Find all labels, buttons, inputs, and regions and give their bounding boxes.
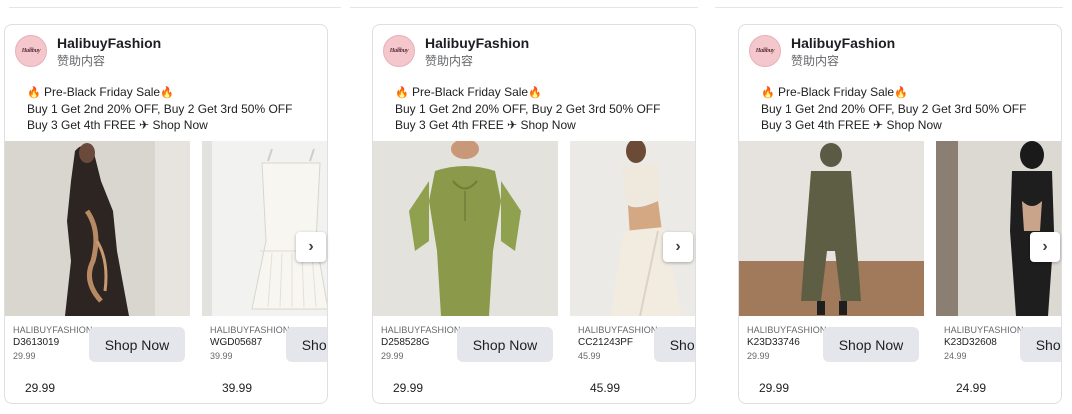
product-image[interactable]	[570, 141, 695, 316]
product-price: 29.99	[25, 381, 56, 395]
ad-body-text: 🔥 Pre-Black Friday Sale🔥 Buy 1 Get 2nd 2…	[761, 84, 1057, 133]
product-sku: CC21243PF	[578, 337, 634, 348]
avatar[interactable]: Halibuy	[749, 35, 781, 67]
shop-now-button[interactable]: Shop Now	[89, 327, 185, 362]
feed-column-3: Halibuy HalibuyFashion 赞助内容 🔥 Pre-Black …	[706, 0, 1072, 414]
fire-icon: 🔥	[160, 87, 174, 99]
ad-header: Halibuy HalibuyFashion 赞助内容	[15, 35, 161, 69]
ad-card: Halibuy HalibuyFashion 赞助内容 🔥 Pre-Black …	[4, 24, 328, 404]
promo-headline: Pre-Black Friday Sale	[412, 85, 529, 99]
promo-headline: Pre-Black Friday Sale	[44, 85, 161, 99]
feed-column-2: Halibuy HalibuyFashion 赞助内容 🔥 Pre-Black …	[341, 0, 707, 414]
divider	[9, 7, 357, 8]
shop-name: HALIBUYFASHION	[578, 325, 658, 335]
chevron-right-icon[interactable]: ›	[1030, 232, 1060, 262]
promo-line-3: Buy 3 Get 4th FREE ✈ Shop Now	[27, 118, 208, 132]
shop-name: HALIBUYFASHION	[944, 325, 1024, 335]
ad-card: Halibuy HalibuyFashion 赞助内容 🔥 Pre-Black …	[372, 24, 696, 404]
shop-name: HALIBUYFASHION	[381, 325, 461, 335]
product-price: 29.99	[759, 381, 790, 395]
carousel-card[interactable]: HALIBUYFASHION K23D33746 29.99 Shop Now …	[739, 141, 924, 403]
carousel-card[interactable]: HALIBUYFASHION CC21243PF 45.99 Shop Now …	[570, 141, 695, 403]
fire-icon: 🔥	[528, 87, 542, 99]
product-subprice: 29.99	[13, 351, 36, 361]
promo-line-2: Buy 1 Get 2nd 20% OFF, Buy 2 Get 3rd 50%…	[761, 102, 1027, 116]
product-sku: D3613019	[13, 337, 60, 348]
carousel-card[interactable]: HALIBUYFASHION WGD05687 39.99 Shop Now 3…	[202, 141, 327, 403]
product-price: 29.99	[393, 381, 424, 395]
avatar[interactable]: Halibuy	[383, 35, 415, 67]
product-carousel: HALIBUYFASHION D258528G 29.99 Shop Now 2…	[373, 141, 695, 403]
feed-column-1: Halibuy HalibuyFashion 赞助内容 🔥 Pre-Black …	[0, 0, 366, 414]
promo-line-3: Buy 3 Get 4th FREE ✈ Shop Now	[761, 118, 942, 132]
product-price: 24.99	[956, 381, 987, 395]
brand-logo: Halibuy	[389, 48, 409, 54]
product-carousel: HALIBUYFASHION D3613019 29.99 Shop Now 2…	[5, 141, 327, 403]
ad-card: Halibuy HalibuyFashion 赞助内容 🔥 Pre-Black …	[738, 24, 1062, 404]
fire-icon: 🔥	[894, 87, 908, 99]
shop-now-button[interactable]: Shop Now	[1020, 327, 1061, 362]
sponsored-label[interactable]: 赞助内容	[425, 53, 529, 69]
carousel-card[interactable]: HALIBUYFASHION K23D32608 24.99 Shop Now …	[936, 141, 1061, 403]
promo-line-3: Buy 3 Get 4th FREE ✈ Shop Now	[395, 118, 576, 132]
product-subprice: 39.99	[210, 351, 233, 361]
fire-icon: 🔥	[27, 87, 41, 99]
product-sku: WGD05687	[210, 337, 263, 348]
product-carousel: HALIBUYFASHION K23D33746 29.99 Shop Now …	[739, 141, 1061, 403]
ad-body-text: 🔥 Pre-Black Friday Sale🔥 Buy 1 Get 2nd 2…	[395, 84, 691, 133]
shop-now-button[interactable]: Shop Now	[654, 327, 695, 362]
product-subprice: 45.99	[578, 351, 601, 361]
fire-icon: 🔥	[761, 87, 775, 99]
product-image[interactable]	[5, 141, 190, 316]
page-name[interactable]: HalibuyFashion	[791, 35, 895, 51]
promo-line-2: Buy 1 Get 2nd 20% OFF, Buy 2 Get 3rd 50%…	[395, 102, 661, 116]
carousel-card[interactable]: HALIBUYFASHION D3613019 29.99 Shop Now 2…	[5, 141, 190, 403]
chevron-right-icon[interactable]: ›	[663, 232, 693, 262]
shop-name: HALIBUYFASHION	[210, 325, 290, 335]
chevron-right-icon[interactable]: ›	[296, 232, 326, 262]
product-image[interactable]	[373, 141, 558, 316]
ad-header: Halibuy HalibuyFashion 赞助内容	[383, 35, 529, 69]
page-name[interactable]: HalibuyFashion	[425, 35, 529, 51]
brand-logo: Halibuy	[21, 48, 41, 54]
shop-now-button[interactable]: Shop Now	[823, 327, 919, 362]
ad-header: Halibuy HalibuyFashion 赞助内容	[749, 35, 895, 69]
product-price: 39.99	[222, 381, 253, 395]
promo-headline: Pre-Black Friday Sale	[778, 85, 895, 99]
product-subprice: 24.99	[944, 351, 967, 361]
carousel-card[interactable]: HALIBUYFASHION D258528G 29.99 Shop Now 2…	[373, 141, 558, 403]
avatar[interactable]: Halibuy	[15, 35, 47, 67]
shop-name: HALIBUYFASHION	[13, 325, 93, 335]
promo-line-2: Buy 1 Get 2nd 20% OFF, Buy 2 Get 3rd 50%…	[27, 102, 293, 116]
shop-now-button[interactable]: Shop Now	[457, 327, 553, 362]
product-sku: K23D33746	[747, 337, 800, 348]
product-subprice: 29.99	[381, 351, 404, 361]
fire-icon: 🔥	[395, 87, 409, 99]
divider	[350, 7, 698, 8]
product-subprice: 29.99	[747, 351, 770, 361]
product-sku: K23D32608	[944, 337, 997, 348]
product-price: 45.99	[590, 381, 621, 395]
ad-body-text: 🔥 Pre-Black Friday Sale🔥 Buy 1 Get 2nd 2…	[27, 84, 323, 133]
product-image[interactable]	[739, 141, 924, 316]
shop-name: HALIBUYFASHION	[747, 325, 827, 335]
product-image[interactable]	[936, 141, 1061, 316]
sponsored-label[interactable]: 赞助内容	[791, 53, 895, 69]
shop-now-button[interactable]: Shop Now	[286, 327, 327, 362]
product-image[interactable]	[202, 141, 327, 316]
brand-logo: Halibuy	[755, 48, 775, 54]
page-name[interactable]: HalibuyFashion	[57, 35, 161, 51]
divider	[715, 7, 1063, 8]
product-sku: D258528G	[381, 337, 430, 348]
sponsored-label[interactable]: 赞助内容	[57, 53, 161, 69]
